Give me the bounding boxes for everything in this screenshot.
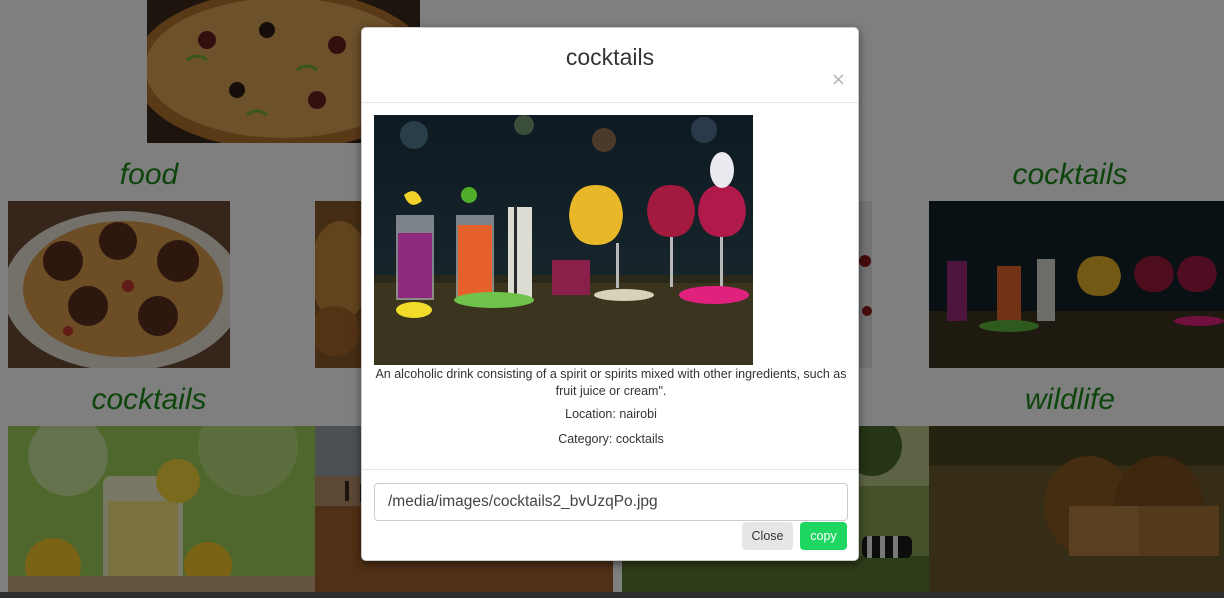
bottom-bar [0, 592, 1224, 598]
close-icon[interactable]: × [831, 71, 846, 89]
image-description: An alcoholic drink consisting of a spiri… [375, 367, 847, 398]
modal-header: cocktails × [362, 28, 858, 103]
image-path-input[interactable] [374, 483, 848, 521]
copy-button[interactable]: copy [800, 522, 847, 550]
modal-footer: Close copy [362, 469, 858, 561]
image-modal: cocktails × An alcoholic drink consistin… [361, 27, 859, 561]
modal-image-cocktails [374, 115, 753, 365]
image-location: Location: nairobi [565, 407, 657, 421]
modal-title: cocktails [565, 44, 655, 70]
image-category: Category: cocktails [558, 432, 664, 446]
close-button[interactable]: Close [742, 522, 793, 550]
